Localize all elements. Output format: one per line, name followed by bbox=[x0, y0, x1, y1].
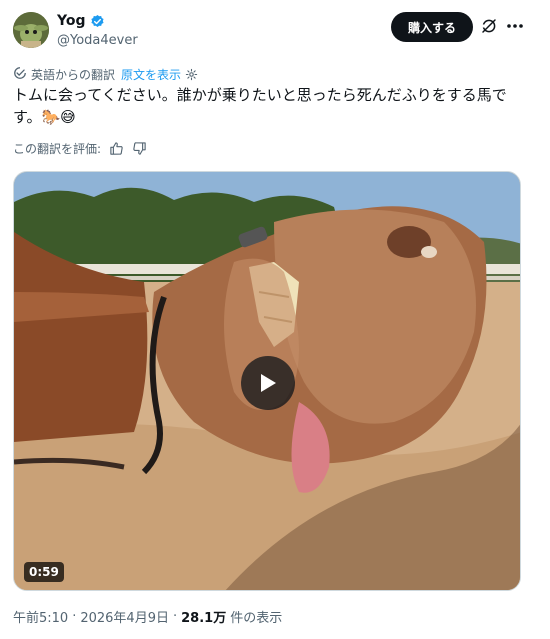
play-icon bbox=[261, 374, 276, 392]
thumbs-down-icon[interactable] bbox=[132, 141, 147, 156]
author-display-name[interactable]: Yog bbox=[57, 13, 86, 29]
tweet-date[interactable]: 2026年4月9日 bbox=[80, 607, 169, 626]
views-label: 件の表示 bbox=[230, 611, 283, 626]
tweet-meta: 午前5:10 · 2026年4月9日 · 28.1万 件の表示 bbox=[13, 607, 282, 626]
translate-icon bbox=[13, 66, 27, 83]
rate-translation-label: この翻訳を評価: bbox=[13, 142, 102, 156]
settings-icon[interactable] bbox=[185, 68, 198, 81]
play-button[interactable] bbox=[241, 356, 295, 410]
more-icon[interactable] bbox=[505, 17, 525, 35]
meta-separator: · bbox=[172, 609, 178, 624]
video-player[interactable]: 0:59 bbox=[13, 171, 521, 591]
translation-label: 英語からの翻訳 bbox=[31, 68, 116, 82]
tweet-time[interactable]: 午前5:10 bbox=[13, 607, 68, 626]
grok-icon[interactable] bbox=[480, 17, 498, 35]
avatar[interactable] bbox=[13, 12, 49, 48]
rate-translation-row: この翻訳を評価: bbox=[13, 140, 147, 157]
verified-badge-icon bbox=[90, 14, 105, 29]
show-original-link[interactable]: 原文を表示 bbox=[121, 66, 181, 83]
buy-button[interactable]: 購入する bbox=[391, 12, 473, 42]
tweet-detail: Yog @Yoda4ever 購入する 英語からの翻訳 原文を表示 トムに会って… bbox=[0, 0, 550, 639]
author-name-row[interactable]: Yog bbox=[57, 13, 105, 29]
translation-row: 英語からの翻訳 原文を表示 bbox=[13, 66, 198, 83]
thumbs-up-icon[interactable] bbox=[109, 141, 124, 156]
video-duration: 0:59 bbox=[24, 562, 64, 582]
views-count: 28.1万 bbox=[181, 611, 227, 626]
author-handle[interactable]: @Yoda4ever bbox=[57, 33, 138, 48]
tweet-text: トムに会ってください。誰かが乗りたいと思ったら死んだふりをする馬で す。🐎😅 bbox=[13, 86, 507, 126]
meta-separator: · bbox=[72, 609, 77, 624]
